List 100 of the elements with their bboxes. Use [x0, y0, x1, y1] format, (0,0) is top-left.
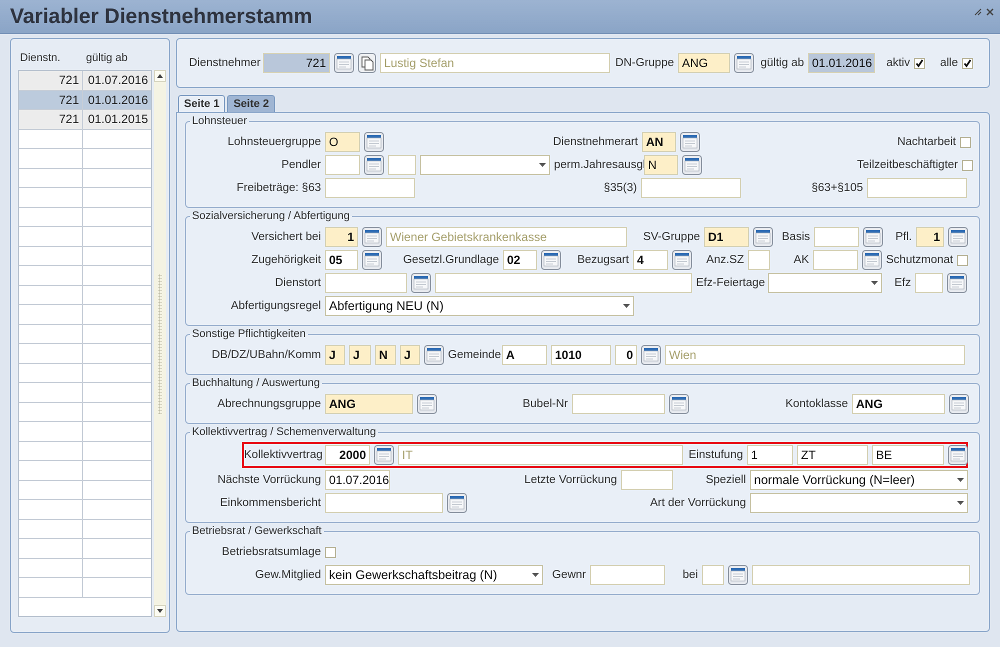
text-field[interactable]: [702, 565, 724, 585]
lookup-button[interactable]: [728, 565, 748, 585]
dropdown[interactable]: normale Vorrückung (N=leer): [750, 470, 968, 490]
text-field[interactable]: 2000: [325, 445, 370, 465]
text-field[interactable]: 1: [325, 227, 358, 247]
text-field[interactable]: [641, 178, 741, 198]
text-field[interactable]: 02: [503, 250, 537, 270]
text-field[interactable]: 01.07.2016: [325, 470, 390, 490]
text-field[interactable]: 4: [633, 250, 668, 270]
lookup-button[interactable]: [641, 345, 661, 365]
tab[interactable]: Seite 1: [178, 95, 226, 112]
caret-icon: [532, 573, 539, 577]
lookup-button[interactable]: [541, 250, 561, 270]
caret-icon: [957, 478, 964, 482]
scroll-down-button[interactable]: [154, 605, 166, 617]
lookup-button[interactable]: [411, 273, 431, 293]
checkbox[interactable]: [325, 546, 336, 558]
text-field[interactable]: 1: [747, 445, 793, 465]
lookup-button[interactable]: [447, 493, 467, 513]
text-field[interactable]: ANG: [325, 394, 413, 414]
text-field[interactable]: ANG: [678, 53, 730, 73]
text-field[interactable]: [867, 178, 967, 198]
lookup-button[interactable]: [949, 394, 969, 414]
text-field[interactable]: [325, 493, 443, 513]
text-field[interactable]: 1: [916, 227, 944, 247]
checkbox[interactable]: [914, 58, 925, 68]
text-field[interactable]: ANG: [852, 394, 945, 414]
dropdown[interactable]: Abfertigung NEU (N): [325, 296, 634, 316]
lookup-button[interactable]: [948, 445, 968, 465]
text-field[interactable]: ZT: [797, 445, 868, 465]
lookup-button[interactable]: [374, 445, 394, 465]
lookup-button[interactable]: [417, 394, 437, 414]
lookup-button[interactable]: [364, 155, 384, 175]
lookup-button[interactable]: [862, 250, 882, 270]
text-field[interactable]: [621, 470, 673, 490]
lookup-button[interactable]: [364, 132, 384, 152]
list-row[interactable]: 721 01.01.2015: [19, 110, 151, 130]
copy-button[interactable]: [358, 53, 376, 73]
text-field[interactable]: J: [400, 345, 420, 365]
tab[interactable]: Seite 2: [227, 95, 275, 112]
scrollbar[interactable]: [154, 70, 166, 617]
text-field[interactable]: [814, 227, 859, 247]
lookup-button[interactable]: [362, 227, 382, 247]
checkbox[interactable]: [957, 254, 968, 266]
text-field[interactable]: [388, 155, 416, 175]
lookup-button[interactable]: [948, 227, 968, 247]
lookup-button[interactable]: [362, 250, 382, 270]
text-field[interactable]: J: [349, 345, 371, 365]
text-field[interactable]: N: [375, 345, 396, 365]
text-field[interactable]: BE: [872, 445, 944, 465]
text-field[interactable]: 01.01.2016: [808, 53, 875, 73]
text-field[interactable]: [590, 565, 665, 585]
text-field[interactable]: 1010: [551, 345, 611, 365]
text-field[interactable]: O: [325, 132, 360, 152]
lookup-button[interactable]: [682, 155, 702, 175]
text-field[interactable]: D1: [704, 227, 749, 247]
text-field[interactable]: [325, 178, 415, 198]
field-label: Basis: [780, 231, 810, 243]
lookup-button[interactable]: [753, 227, 773, 247]
caret-icon: [539, 163, 546, 167]
lookup-button[interactable]: [669, 394, 689, 414]
list-row[interactable]: 721 01.01.2016: [19, 90, 151, 110]
lookup-button[interactable]: [734, 53, 754, 73]
text-field[interactable]: N: [644, 155, 678, 175]
text-field[interactable]: [748, 250, 770, 270]
close-icon[interactable]: [986, 8, 994, 16]
table-cell-text: 01.07.2016: [86, 72, 149, 89]
lookup-button[interactable]: [424, 345, 444, 365]
table-cell: 721: [19, 71, 83, 90]
text-field[interactable]: [325, 273, 407, 293]
text-field[interactable]: [813, 250, 858, 270]
field-label: Nächste Vorrückung: [216, 474, 321, 486]
text-field[interactable]: 05: [325, 250, 358, 270]
text-field[interactable]: J: [325, 345, 345, 365]
text-field[interactable]: A: [502, 345, 547, 365]
text-field[interactable]: [572, 394, 665, 414]
text-field[interactable]: [435, 273, 692, 293]
list-row[interactable]: 721 01.07.2016: [19, 71, 151, 90]
lookup-button[interactable]: [334, 53, 354, 73]
text-field[interactable]: AN: [642, 132, 676, 152]
section-title: Kollektivvertrag / Schemenverwaltung: [191, 426, 378, 438]
text-field[interactable]: 0: [615, 345, 637, 365]
text-field[interactable]: [915, 273, 943, 293]
lookup-button[interactable]: [672, 250, 692, 270]
dropdown[interactable]: kein Gewerkschaftsbeitrag (N): [325, 565, 543, 585]
scroll-up-button[interactable]: [154, 70, 166, 82]
table-cell: 721: [19, 110, 83, 128]
section-title: Sonstige Pflichtigkeiten: [191, 328, 307, 340]
lookup-button[interactable]: [680, 132, 700, 152]
text-field[interactable]: 721: [263, 53, 330, 73]
checkbox[interactable]: [960, 136, 971, 148]
field-label: Nachtarbeit: [896, 136, 956, 148]
table-cell-text: 01.01.2016: [86, 92, 149, 108]
checkbox[interactable]: [962, 58, 973, 68]
resize-icon[interactable]: [974, 8, 982, 16]
checkbox[interactable]: [962, 160, 973, 170]
text-field[interactable]: [325, 155, 360, 175]
text-field[interactable]: [752, 565, 970, 585]
lookup-button[interactable]: [863, 227, 883, 247]
lookup-button[interactable]: [947, 273, 967, 293]
